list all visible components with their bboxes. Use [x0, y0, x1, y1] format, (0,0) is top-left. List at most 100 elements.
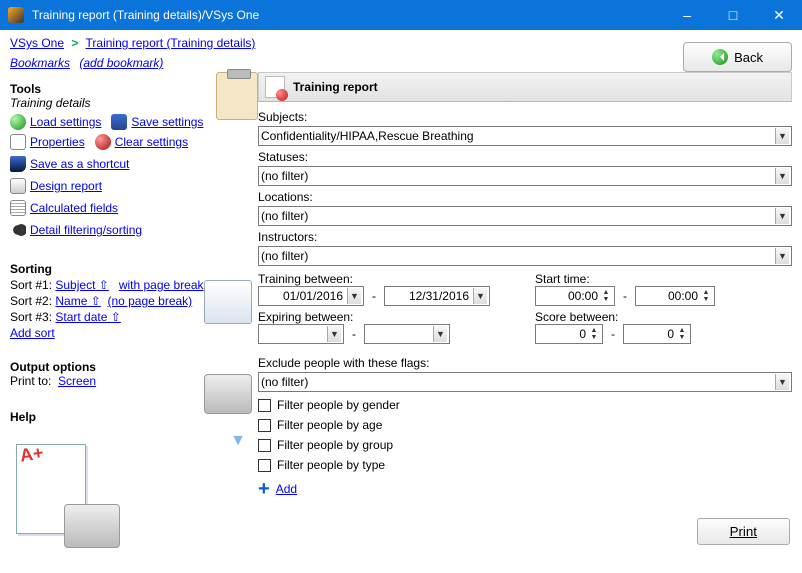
- save-settings-link[interactable]: Save settings: [131, 115, 203, 129]
- calculated-fields-link[interactable]: Calculated fields: [30, 201, 118, 215]
- dropdown-icon: ▼: [775, 208, 789, 224]
- sort2-label: Sort #2:: [10, 294, 52, 308]
- detail-filter-link[interactable]: Detail filtering/sorting: [30, 223, 142, 237]
- sorting-heading: Sorting: [10, 262, 252, 276]
- subjects-label: Subjects:: [258, 110, 792, 124]
- dropdown-icon: ▼: [775, 128, 789, 144]
- training-between-label: Training between:: [258, 272, 515, 286]
- spinner-icon: ▲▼: [676, 327, 688, 341]
- app-icon: [8, 7, 24, 23]
- filter-age-checkbox[interactable]: [258, 419, 271, 432]
- breadcrumb-separator-icon: >: [71, 36, 78, 50]
- properties-link[interactable]: Properties: [30, 135, 85, 149]
- sort1-option-link[interactable]: with page break: [119, 278, 204, 292]
- score-to[interactable]: 0▲▼: [623, 324, 691, 344]
- save-shortcut-link[interactable]: Save as a shortcut: [30, 157, 129, 171]
- sort2-field-link[interactable]: Name: [55, 294, 100, 308]
- report-illustration: A+: [10, 438, 120, 548]
- locations-select[interactable]: (no filter) ▼: [258, 206, 792, 226]
- expiring-to-date[interactable]: ▼: [364, 324, 450, 344]
- report-panel-header: Training report: [258, 72, 792, 102]
- dropdown-icon: ▼: [775, 168, 789, 184]
- sort2-option-link[interactable]: (no page break): [107, 294, 192, 308]
- start-time-from[interactable]: 00:00▲▼: [535, 286, 615, 306]
- load-settings-link[interactable]: Load settings: [30, 115, 101, 129]
- exclude-flags-select[interactable]: (no filter) ▼: [258, 372, 792, 392]
- print-to-label: Print to:: [10, 374, 51, 388]
- print-button-label: Print: [730, 524, 757, 539]
- score-from[interactable]: 0▲▼: [535, 324, 603, 344]
- report-header-icon: [265, 76, 285, 98]
- close-button[interactable]: ✕: [756, 0, 802, 30]
- back-arrow-icon: [712, 49, 728, 65]
- score-between-label: Score between:: [535, 310, 792, 324]
- subjects-value: Confidentiality/HIPAA,Rescue Breathing: [261, 129, 775, 143]
- window-title: Training report (Training details)/VSys …: [32, 8, 664, 22]
- training-from-value: 01/01/2016: [283, 289, 343, 303]
- training-to-date[interactable]: 12/31/2016▼: [384, 286, 490, 306]
- printer-icon: [204, 374, 252, 414]
- filter-type-label: Filter people by type: [277, 458, 385, 472]
- dropdown-icon: ▼: [775, 374, 789, 390]
- expiring-from-date[interactable]: ▼: [258, 324, 344, 344]
- sort3-label: Sort #3:: [10, 310, 52, 324]
- back-button-label: Back: [734, 50, 763, 65]
- subjects-select[interactable]: Confidentiality/HIPAA,Rescue Breathing ▼: [258, 126, 792, 146]
- calendar-icon: [204, 280, 252, 324]
- design-report-icon: [10, 178, 26, 194]
- sort1-field-link[interactable]: Subject: [55, 278, 108, 292]
- calculated-fields-icon: [10, 200, 26, 216]
- filter-gender-checkbox[interactable]: [258, 399, 271, 412]
- load-settings-icon: [10, 114, 26, 130]
- instructors-value: (no filter): [261, 249, 775, 263]
- filter-gender-label: Filter people by gender: [277, 398, 400, 412]
- start-time-from-value: 00:00: [568, 289, 598, 303]
- shortcut-icon: [10, 156, 26, 172]
- spinner-icon: ▲▼: [700, 289, 712, 303]
- add-sort-link[interactable]: Add sort: [10, 326, 55, 340]
- bookmarks-link[interactable]: Bookmarks: [10, 56, 70, 70]
- minimize-button[interactable]: –: [664, 0, 710, 30]
- clipboard-icon: [216, 72, 258, 120]
- design-report-link[interactable]: Design report: [30, 179, 102, 193]
- print-button[interactable]: Print: [697, 518, 790, 545]
- score-to-value: 0: [667, 327, 674, 341]
- expiring-between-label: Expiring between:: [258, 310, 515, 324]
- filter-group-label: Filter people by group: [277, 438, 393, 452]
- start-time-to[interactable]: 00:00▲▼: [635, 286, 715, 306]
- save-settings-icon: [111, 114, 127, 130]
- sort3-field-link[interactable]: Start date: [55, 310, 120, 324]
- filter-group-checkbox[interactable]: [258, 439, 271, 452]
- breadcrumb: VSys One > Training report (Training det…: [10, 36, 255, 50]
- start-time-label: Start time:: [535, 272, 792, 286]
- locations-label: Locations:: [258, 190, 792, 204]
- add-bookmark-link[interactable]: (add bookmark): [79, 56, 163, 70]
- instructors-select[interactable]: (no filter) ▼: [258, 246, 792, 266]
- statuses-value: (no filter): [261, 169, 775, 183]
- maximize-button[interactable]: □: [710, 0, 756, 30]
- breadcrumb-root[interactable]: VSys One: [10, 36, 64, 50]
- training-to-value: 12/31/2016: [409, 289, 469, 303]
- dropdown-icon: ▼: [775, 248, 789, 264]
- filter-age-label: Filter people by age: [277, 418, 382, 432]
- clear-settings-link[interactable]: Clear settings: [115, 135, 188, 149]
- help-heading: Help: [10, 410, 252, 424]
- dropdown-icon: ▼: [433, 326, 447, 342]
- score-from-value: 0: [579, 327, 586, 341]
- help-expand-icon[interactable]: ▼: [230, 432, 246, 450]
- instructors-label: Instructors:: [258, 230, 792, 244]
- print-to-value-link[interactable]: Screen: [58, 374, 96, 388]
- filter-type-checkbox[interactable]: [258, 459, 271, 472]
- range-dash: -: [609, 327, 617, 341]
- start-time-to-value: 00:00: [668, 289, 698, 303]
- add-filter-link[interactable]: Add: [276, 482, 297, 496]
- output-heading: Output options: [10, 360, 252, 374]
- statuses-label: Statuses:: [258, 150, 792, 164]
- range-dash: -: [350, 327, 358, 341]
- training-from-date[interactable]: 01/01/2016▼: [258, 286, 364, 306]
- back-button[interactable]: Back: [683, 42, 792, 72]
- statuses-select[interactable]: (no filter) ▼: [258, 166, 792, 186]
- breadcrumb-current[interactable]: Training report (Training details): [86, 36, 256, 50]
- sort1-label: Sort #1:: [10, 278, 52, 292]
- exclude-flags-label: Exclude people with these flags:: [258, 356, 792, 370]
